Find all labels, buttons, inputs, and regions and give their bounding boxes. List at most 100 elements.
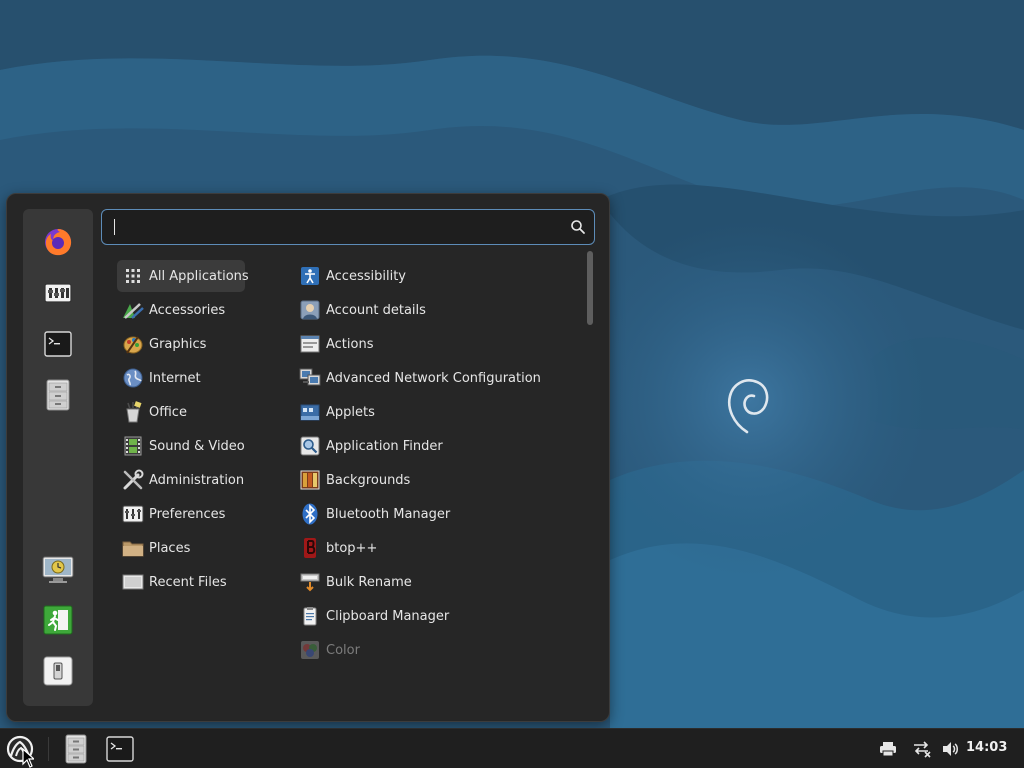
power-switch-icon (43, 656, 73, 686)
volume-icon (943, 742, 958, 756)
app-label: Clipboard Manager (326, 608, 450, 624)
file-cabinet-icon (65, 734, 87, 764)
office-icon (122, 401, 144, 423)
file-cabinet-icon (46, 379, 70, 411)
preferences-icon (122, 503, 144, 525)
search-box[interactable] (101, 209, 595, 245)
category-label: Internet (149, 370, 201, 386)
logout-icon (43, 605, 73, 635)
app-list-scrollbar[interactable] (587, 251, 593, 325)
category-label: Office (149, 404, 187, 420)
network-disconnected-icon (914, 741, 931, 758)
app-label: Applets (326, 404, 375, 420)
category-label: Preferences (149, 506, 226, 522)
text-caret (114, 219, 115, 235)
graphics-icon (122, 333, 144, 355)
favorite-files[interactable] (40, 377, 76, 413)
folder-icon (122, 537, 144, 559)
grid-icon (122, 265, 144, 287)
favorite-firefox[interactable] (40, 224, 76, 260)
terminal-icon (106, 736, 134, 762)
actions-icon (299, 333, 321, 355)
clipboard-icon (299, 605, 321, 627)
globe-icon (122, 367, 144, 389)
btop-icon (299, 537, 321, 559)
session-lock-screen[interactable] (40, 552, 76, 588)
category-label: Administration (149, 472, 245, 488)
category-label: Places (149, 540, 191, 556)
app-clipboard-manager[interactable]: Clipboard Manager (294, 600, 584, 632)
taskbar-separator (48, 737, 49, 761)
lock-screen-icon (42, 556, 74, 583)
backgrounds-icon (299, 469, 321, 491)
app-bluetooth-manager[interactable]: Bluetooth Manager (294, 498, 584, 530)
clock[interactable]: 14:03 (966, 740, 1007, 755)
recent-files-icon (122, 571, 144, 593)
accessories-icon (122, 299, 144, 321)
category-sound-video[interactable]: Sound & Video (117, 430, 245, 462)
app-label: Bluetooth Manager (326, 506, 451, 522)
app-color[interactable]: Color (294, 634, 584, 666)
application-menu: All Applications Accessories Graphics In… (6, 193, 610, 722)
bluetooth-icon (299, 503, 321, 525)
app-bulk-rename[interactable]: Bulk Rename (294, 566, 584, 598)
category-office[interactable]: Office (117, 396, 245, 428)
category-label: Accessories (149, 302, 226, 318)
app-label: Backgrounds (326, 472, 411, 488)
bulk-rename-icon (299, 571, 321, 593)
film-icon (122, 435, 144, 457)
category-accessories[interactable]: Accessories (117, 294, 245, 326)
settings-icon (44, 283, 72, 303)
account-icon (299, 299, 321, 321)
app-label: btop++ (326, 540, 378, 556)
category-administration[interactable]: Administration (117, 464, 245, 496)
window-terminal[interactable] (104, 733, 136, 765)
printer-icon (880, 742, 896, 757)
app-label: Accessibility (326, 268, 406, 284)
app-label: Advanced Network Configuration (326, 370, 541, 386)
app-actions[interactable]: Actions (294, 328, 584, 360)
tray-network[interactable] (906, 733, 938, 765)
applets-icon (299, 401, 321, 423)
app-backgrounds[interactable]: Backgrounds (294, 464, 584, 496)
tray-volume[interactable] (935, 733, 967, 765)
app-btop[interactable]: btop++ (294, 532, 584, 564)
window-file-manager[interactable] (60, 733, 92, 765)
firefox-icon (45, 229, 72, 256)
category-label: All Applications (149, 268, 249, 284)
search-input[interactable] (112, 217, 552, 237)
app-label: Color (326, 642, 360, 658)
session-logout[interactable] (40, 602, 76, 638)
category-recent-files[interactable]: Recent Files (117, 566, 245, 598)
taskbar: 14:03 (0, 728, 1024, 768)
app-account-details[interactable]: Account details (294, 294, 584, 326)
tools-icon (122, 469, 144, 491)
app-accessibility[interactable]: Accessibility (294, 260, 584, 292)
color-icon (299, 639, 321, 661)
favorite-settings[interactable] (40, 275, 76, 311)
category-all-applications[interactable]: All Applications (117, 260, 249, 292)
app-label: Application Finder (326, 438, 443, 454)
app-label: Bulk Rename (326, 574, 412, 590)
search-icon (571, 220, 585, 234)
category-graphics[interactable]: Graphics (117, 328, 245, 360)
app-label: Actions (326, 336, 374, 352)
network-icon (299, 367, 321, 389)
favorite-terminal[interactable] (40, 326, 76, 362)
category-label: Sound & Video (149, 438, 245, 454)
favorites-sidebar (23, 209, 93, 706)
category-label: Recent Files (149, 574, 227, 590)
accessibility-icon (299, 265, 321, 287)
category-preferences[interactable]: Preferences (117, 498, 245, 530)
magnifier-icon (299, 435, 321, 457)
category-label: Graphics (149, 336, 207, 352)
app-advanced-network-configuration[interactable]: Advanced Network Configuration (294, 362, 584, 394)
category-places[interactable]: Places (117, 532, 245, 564)
terminal-icon (44, 331, 72, 357)
app-label: Account details (326, 302, 426, 318)
tray-printer[interactable] (872, 733, 904, 765)
app-application-finder[interactable]: Application Finder (294, 430, 584, 462)
app-applets[interactable]: Applets (294, 396, 584, 428)
category-internet[interactable]: Internet (117, 362, 245, 394)
session-shutdown[interactable] (40, 653, 76, 689)
